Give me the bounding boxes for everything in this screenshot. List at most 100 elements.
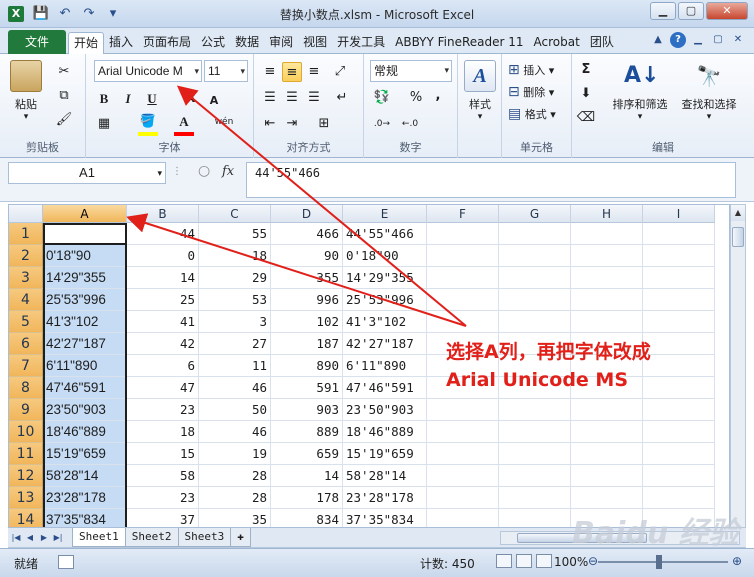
cell-i10[interactable] bbox=[643, 421, 715, 443]
row-header[interactable]: 4 bbox=[9, 289, 43, 311]
cell-c9[interactable]: 50 bbox=[199, 399, 271, 421]
insert-cells-button[interactable]: ⊞ 插入 ▾ bbox=[508, 62, 554, 78]
cell-a12[interactable]: 58'28"14 bbox=[43, 465, 127, 487]
cell-f9[interactable] bbox=[427, 399, 499, 421]
cell-f12[interactable] bbox=[427, 465, 499, 487]
find-select-button[interactable]: 🔭 查找和选择 ▾ bbox=[674, 60, 744, 122]
mini-restore-icon[interactable]: ▢ bbox=[710, 32, 726, 48]
cell-a1[interactable]: 44'55"466 bbox=[43, 223, 127, 245]
cell-f13[interactable] bbox=[427, 487, 499, 509]
tab-3[interactable]: 公式 bbox=[196, 32, 230, 54]
cell-d5[interactable]: 102 bbox=[271, 311, 343, 333]
minimize-button[interactable]: ▁ bbox=[650, 2, 676, 20]
font-size-combo[interactable]: 11 ▾ bbox=[204, 60, 248, 82]
next-sheet-icon[interactable]: ▶ bbox=[38, 530, 50, 546]
column-header-d[interactable]: D bbox=[271, 205, 343, 223]
cell-b5[interactable]: 41 bbox=[127, 311, 199, 333]
align-center-icon[interactable]: ☰ bbox=[282, 88, 302, 108]
cell-a3[interactable]: 14'29"355 bbox=[43, 267, 127, 289]
page-layout-view-icon[interactable] bbox=[516, 554, 532, 568]
cell-b2[interactable]: 0 bbox=[127, 245, 199, 267]
cell-g3[interactable] bbox=[499, 267, 571, 289]
align-left-icon[interactable]: ☰ bbox=[260, 88, 280, 108]
cell-f2[interactable] bbox=[427, 245, 499, 267]
number-format-combo[interactable]: 常规 ▾ bbox=[370, 60, 452, 82]
cell-g2[interactable] bbox=[499, 245, 571, 267]
cell-b10[interactable]: 18 bbox=[127, 421, 199, 443]
cell-i7[interactable] bbox=[643, 355, 715, 377]
cell-e7[interactable]: 6'11"890 bbox=[343, 355, 427, 377]
cell-i9[interactable] bbox=[643, 399, 715, 421]
zoom-slider[interactable] bbox=[598, 561, 728, 563]
tab-10[interactable]: 团队 bbox=[585, 32, 619, 54]
cell-f10[interactable] bbox=[427, 421, 499, 443]
cell-b1[interactable]: 44 bbox=[127, 223, 199, 245]
cell-d2[interactable]: 90 bbox=[271, 245, 343, 267]
cell-g10[interactable] bbox=[499, 421, 571, 443]
mini-close-icon[interactable]: ✕ bbox=[730, 32, 746, 48]
cell-b4[interactable]: 25 bbox=[127, 289, 199, 311]
cell-h3[interactable] bbox=[571, 267, 643, 289]
formula-bar-splitter[interactable]: ⋮ bbox=[172, 166, 182, 177]
scroll-up-icon[interactable]: ▲ bbox=[731, 205, 745, 221]
cell-h5[interactable] bbox=[571, 311, 643, 333]
cell-d14[interactable]: 834 bbox=[271, 509, 343, 527]
copy-icon[interactable]: ⧉ bbox=[54, 86, 74, 106]
cell-a4[interactable]: 25'53"996 bbox=[43, 289, 127, 311]
cell-a10[interactable]: 18'46"889 bbox=[43, 421, 127, 443]
cell-h2[interactable] bbox=[571, 245, 643, 267]
align-top-icon[interactable]: ≡ bbox=[260, 62, 280, 82]
help-icon[interactable]: ? bbox=[670, 32, 686, 48]
align-middle-icon[interactable]: ≡ bbox=[282, 62, 302, 82]
zoom-out-icon[interactable]: ⊖ bbox=[588, 554, 598, 568]
fill-color-icon[interactable]: 🪣 bbox=[138, 112, 158, 132]
tab-0[interactable]: 开始 bbox=[68, 32, 105, 54]
cell-a7[interactable]: 6'11"890 bbox=[43, 355, 127, 377]
comma-style-button[interactable]: , bbox=[428, 86, 448, 106]
name-box[interactable]: A1 ▾ bbox=[8, 162, 166, 184]
zoom-level[interactable]: 100% bbox=[554, 555, 588, 569]
cell-e9[interactable]: 23'50"903 bbox=[343, 399, 427, 421]
cell-i1[interactable] bbox=[643, 223, 715, 245]
cell-c4[interactable]: 53 bbox=[199, 289, 271, 311]
tab-4[interactable]: 数据 bbox=[230, 32, 264, 54]
vertical-scroll-thumb[interactable] bbox=[732, 227, 744, 247]
cell-e4[interactable]: 25'53"996 bbox=[343, 289, 427, 311]
cell-d8[interactable]: 591 bbox=[271, 377, 343, 399]
increase-decimal-icon[interactable]: .0→ bbox=[372, 114, 392, 134]
cell-e10[interactable]: 18'46"889 bbox=[343, 421, 427, 443]
row-header[interactable]: 7 bbox=[9, 355, 43, 377]
column-header-a[interactable]: A bbox=[43, 205, 127, 223]
cell-b6[interactable]: 42 bbox=[127, 333, 199, 355]
row-header[interactable]: 9 bbox=[9, 399, 43, 421]
cell-d4[interactable]: 996 bbox=[271, 289, 343, 311]
cell-i3[interactable] bbox=[643, 267, 715, 289]
format-painter-icon[interactable]: 🖌 bbox=[54, 110, 74, 130]
cell-g4[interactable] bbox=[499, 289, 571, 311]
cell-a6[interactable]: 42'27"187 bbox=[43, 333, 127, 355]
row-header[interactable]: 12 bbox=[9, 465, 43, 487]
borders-icon[interactable]: ▦ bbox=[94, 114, 114, 134]
row-header[interactable]: 8 bbox=[9, 377, 43, 399]
cell-a8[interactable]: 47'46"591 bbox=[43, 377, 127, 399]
currency-icon[interactable]: 💱 bbox=[372, 88, 392, 108]
prev-sheet-icon[interactable]: ◀ bbox=[24, 530, 36, 546]
cell-b7[interactable]: 6 bbox=[127, 355, 199, 377]
cell-i11[interactable] bbox=[643, 443, 715, 465]
format-cells-button[interactable]: ▤ 格式 ▾ bbox=[508, 106, 556, 122]
cell-f4[interactable] bbox=[427, 289, 499, 311]
zoom-slider-knob[interactable] bbox=[656, 555, 662, 569]
column-header-i[interactable]: I bbox=[643, 205, 715, 223]
cell-d10[interactable]: 889 bbox=[271, 421, 343, 443]
cell-i8[interactable] bbox=[643, 377, 715, 399]
cell-d6[interactable]: 187 bbox=[271, 333, 343, 355]
decrease-indent-icon[interactable]: ⇤ bbox=[260, 114, 280, 134]
cell-b9[interactable]: 23 bbox=[127, 399, 199, 421]
cell-e11[interactable]: 15'19"659 bbox=[343, 443, 427, 465]
row-header[interactable]: 11 bbox=[9, 443, 43, 465]
merge-center-icon[interactable]: ⊞ bbox=[314, 114, 334, 134]
autosum-button[interactable]: Σ bbox=[576, 60, 596, 80]
cell-f14[interactable] bbox=[427, 509, 499, 527]
tab-6[interactable]: 视图 bbox=[298, 32, 332, 54]
increase-indent-icon[interactable]: ⇥ bbox=[282, 114, 302, 134]
